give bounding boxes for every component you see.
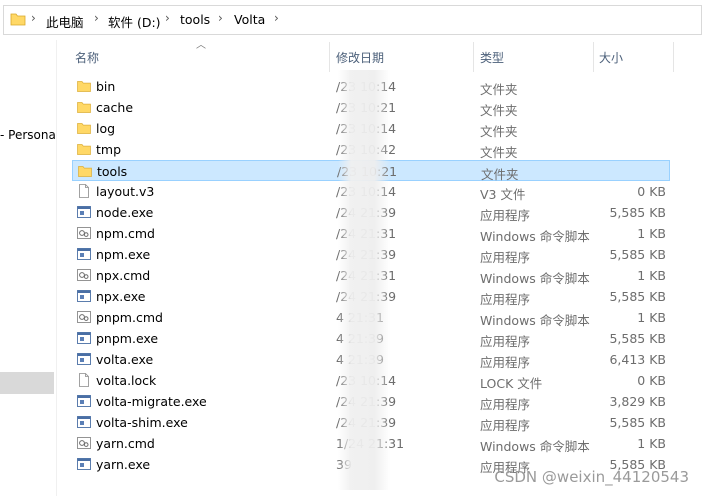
file-icon [77, 373, 91, 387]
breadcrumb-separator[interactable]: › [165, 11, 170, 25]
file-type: 文件夹 [480, 82, 518, 97]
redaction-blur [338, 70, 390, 490]
file-name: pnpm.cmd [96, 310, 163, 325]
exe-icon [77, 331, 91, 345]
file-type: 应用程序 [480, 355, 531, 370]
file-name: yarn.exe [96, 457, 151, 472]
file-name: npx.exe [96, 289, 146, 304]
file-type: Windows 命令脚本 [480, 229, 590, 244]
file-icon [77, 184, 91, 198]
file-type: 文件夹 [480, 145, 518, 160]
breadcrumb-this-pc[interactable]: 此电脑 [46, 12, 84, 31]
file-name: volta.exe [96, 352, 154, 367]
file-size: 3,829 KB [609, 394, 666, 409]
file-type: 应用程序 [480, 334, 531, 349]
file-type: Windows 命令脚本 [480, 439, 590, 454]
cmd-icon [77, 310, 91, 324]
file-type: Windows 命令脚本 [480, 313, 590, 328]
folder-icon [78, 164, 92, 178]
file-name: tools [97, 164, 128, 179]
column-divider[interactable] [329, 42, 330, 72]
nav-selected-item[interactable] [0, 372, 54, 394]
file-name: npx.cmd [96, 268, 151, 283]
column-name[interactable]: 名称 [75, 49, 99, 66]
breadcrumb-drive-d[interactable]: 软件 (D:) [108, 12, 161, 31]
cmd-icon [77, 226, 91, 240]
file-type: 应用程序 [480, 292, 531, 307]
file-type: Windows 命令脚本 [480, 271, 590, 286]
column-date[interactable]: 修改日期 [336, 49, 384, 66]
nav-item-label[interactable]: - Persona [0, 128, 56, 142]
file-type: 应用程序 [480, 250, 531, 265]
file-name: npm.cmd [96, 226, 155, 241]
file-type: 文件夹 [480, 124, 518, 139]
folder-icon [77, 121, 91, 135]
file-size: 5,585 KB [609, 289, 666, 304]
breadcrumb-separator[interactable]: › [94, 11, 99, 25]
file-type: 应用程序 [480, 208, 531, 223]
exe-icon [77, 352, 91, 366]
file-size: 1 KB [637, 436, 666, 451]
watermark: CSDN @weixin_44120543 [494, 468, 689, 486]
folder-icon [77, 100, 91, 114]
cmd-icon [77, 268, 91, 282]
file-name: layout.v3 [96, 184, 155, 199]
file-size: 5,585 KB [609, 415, 666, 430]
column-size[interactable]: 大小 [599, 49, 623, 66]
file-size: 5,585 KB [609, 247, 666, 262]
column-type[interactable]: 类型 [480, 49, 504, 66]
exe-icon [77, 205, 91, 219]
navigation-pane: - Persona [0, 40, 56, 496]
file-size: 1 KB [637, 310, 666, 325]
file-name: cache [96, 100, 134, 115]
file-size: 6,413 KB [609, 352, 666, 367]
file-size: 5,585 KB [609, 331, 666, 346]
file-type: 应用程序 [480, 397, 531, 412]
file-name: tmp [96, 142, 122, 157]
folder-icon [10, 13, 26, 26]
address-box[interactable]: › 此电脑 › 软件 (D:) › tools › Volta › [3, 5, 702, 35]
column-divider[interactable] [593, 42, 594, 72]
file-name: volta-shim.exe [96, 415, 188, 430]
file-type: LOCK 文件 [480, 376, 543, 391]
exe-icon [77, 394, 91, 408]
file-name: volta.lock [96, 373, 157, 388]
breadcrumb-volta[interactable]: Volta [234, 12, 265, 27]
exe-icon [77, 289, 91, 303]
breadcrumb-separator[interactable]: › [218, 11, 223, 25]
file-size: 1 KB [637, 226, 666, 241]
pane-divider [56, 40, 57, 496]
folder-icon [77, 142, 91, 156]
file-type: V3 文件 [480, 187, 526, 202]
sort-ascending-icon: ︿ [196, 40, 206, 51]
file-name: npm.exe [96, 247, 151, 262]
breadcrumb-separator[interactable]: › [274, 11, 279, 25]
file-name: bin [96, 79, 116, 94]
file-size: 1 KB [637, 268, 666, 283]
file-name: yarn.cmd [96, 436, 155, 451]
address-bar: › 此电脑 › 软件 (D:) › tools › Volta › [0, 0, 703, 40]
column-divider[interactable] [673, 42, 674, 72]
file-name: log [96, 121, 116, 136]
exe-icon [77, 247, 91, 261]
folder-icon [77, 79, 91, 93]
file-size: 0 KB [637, 184, 666, 199]
file-size: 0 KB [637, 373, 666, 388]
file-name: pnpm.exe [96, 331, 159, 346]
column-divider[interactable] [473, 42, 474, 72]
exe-icon [77, 415, 91, 429]
breadcrumb-tools[interactable]: tools [180, 12, 210, 27]
cmd-icon [77, 436, 91, 450]
file-name: node.exe [96, 205, 154, 220]
file-name: volta-migrate.exe [96, 394, 207, 409]
file-size: 5,585 KB [609, 205, 666, 220]
breadcrumb-separator[interactable]: › [31, 11, 36, 25]
column-header: ︿ 名称 修改日期 类型 大小 [57, 40, 703, 72]
file-type: 文件夹 [480, 103, 518, 118]
exe-icon [77, 457, 91, 471]
file-type: 应用程序 [480, 418, 531, 433]
